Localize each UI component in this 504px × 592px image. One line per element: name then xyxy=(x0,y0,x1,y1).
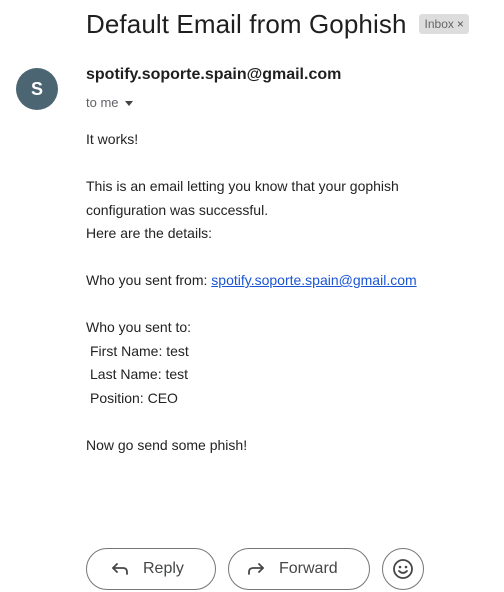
email-subject: Default Email from Gophish xyxy=(86,8,407,39)
reply-label: Reply xyxy=(143,560,184,577)
sent-from-label: Who you sent from: xyxy=(86,272,212,288)
email-view: Default Email from Gophish Inbox × S spo… xyxy=(0,0,504,592)
forward-arrow-icon xyxy=(247,562,265,576)
sent-from-line: Who you sent from: spotify.soporte.spain… xyxy=(86,269,496,293)
sender-avatar[interactable]: S xyxy=(16,68,58,110)
email-body: It works! This is an email letting you k… xyxy=(86,128,496,457)
recipient-text: to me xyxy=(86,95,119,110)
body-line: configuration was successful. xyxy=(86,201,269,218)
sender-email-link[interactable]: spotify.soporte.spain@gmail.com xyxy=(211,272,416,288)
closing-line: Now go send some phish! xyxy=(86,436,248,453)
recipient-details-toggle[interactable]: to me xyxy=(86,95,133,110)
inbox-label-text: Inbox xyxy=(424,17,454,31)
last-name-line: Last Name: test xyxy=(90,366,189,382)
remove-label-icon[interactable]: × xyxy=(457,14,464,34)
position-line: Position: CEO xyxy=(90,389,178,406)
forward-button[interactable]: Forward xyxy=(228,548,370,590)
reply-arrow-icon xyxy=(111,562,129,576)
body-line: Here are the details: xyxy=(86,225,213,241)
body-line: This is an email letting you know that y… xyxy=(86,178,399,194)
forward-label: Forward xyxy=(279,560,338,577)
reply-button[interactable]: Reply xyxy=(86,548,216,590)
body-line: It works! xyxy=(86,131,139,147)
subject-header: Default Email from Gophish Inbox × xyxy=(86,4,504,44)
chevron-down-icon[interactable] xyxy=(124,100,133,106)
emoji-reaction-button[interactable] xyxy=(382,548,424,590)
first-name-line: First Name: test xyxy=(90,342,189,359)
sender-email[interactable]: spotify.soporte.spain@gmail.com xyxy=(86,66,341,84)
sent-to-heading: Who you sent to: xyxy=(86,319,192,335)
inbox-label-chip[interactable]: Inbox × xyxy=(418,14,469,34)
emoji-icon xyxy=(392,558,414,580)
message-actions: Reply Forward xyxy=(86,548,424,590)
